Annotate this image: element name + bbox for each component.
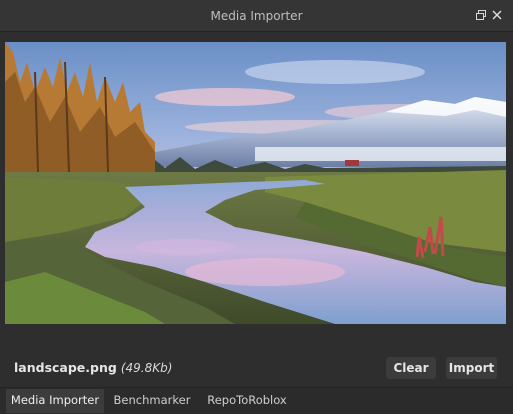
clear-button[interactable]: Clear <box>386 357 436 379</box>
window-title: Media Importer <box>210 9 303 23</box>
file-size: (49.8Kb) <box>120 361 173 375</box>
close-icon[interactable] <box>490 8 504 22</box>
file-info: landscape.png (49.8Kb) <box>14 360 172 376</box>
restore-window-icon[interactable] <box>474 8 488 22</box>
import-button[interactable]: Import <box>446 357 497 379</box>
tab-benchmarker[interactable]: Benchmarker <box>108 389 196 413</box>
tab-media-importer[interactable]: Media Importer <box>6 389 104 413</box>
media-importer-window: Media Importer landscape.png (49.8Kb) Cl… <box>0 0 513 414</box>
landscape-image <box>5 42 506 324</box>
image-preview <box>5 42 506 324</box>
tab-repotoroblox[interactable]: RepoToRoblox <box>199 389 295 413</box>
tab-bar: Media Importer Benchmarker RepoToRoblox <box>0 387 513 414</box>
file-name: landscape.png <box>14 360 117 375</box>
title-bar[interactable]: Media Importer <box>0 0 513 32</box>
